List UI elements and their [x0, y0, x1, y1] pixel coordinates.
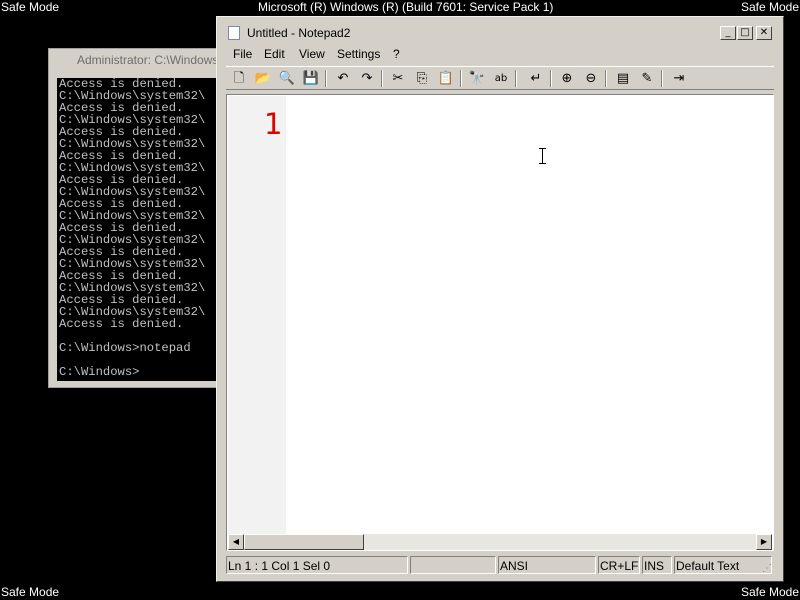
- menu-help[interactable]: ?: [393, 47, 400, 61]
- status-bar: Ln 1 : 1 Col 1 Sel 0 ANSI CR+LF INS Defa…: [226, 555, 774, 575]
- status-size: [410, 556, 496, 574]
- copy-icon[interactable]: ⎘: [413, 70, 431, 88]
- status-position: Ln 1 : 1 Col 1 Sel 0: [226, 556, 408, 574]
- status-line-endings[interactable]: CR+LF: [598, 556, 640, 574]
- text-cursor-icon: [539, 148, 547, 164]
- save-icon[interactable]: 💾: [302, 70, 320, 88]
- maximize-button[interactable]: □: [737, 26, 753, 40]
- menu-settings[interactable]: Settings: [337, 47, 380, 61]
- scheme-icon[interactable]: ▤: [614, 70, 632, 88]
- zoom-in-icon[interactable]: ⊕: [558, 70, 576, 88]
- resize-grip-icon[interactable]: ⋰: [762, 563, 774, 575]
- safe-mode-label-top-right: Safe Mode: [740, 0, 799, 14]
- toolbar-separator: [550, 70, 552, 87]
- notepad2-window[interactable]: Untitled - Notepad2 _ □ ✕ File Edit View…: [216, 16, 784, 582]
- menu-file[interactable]: File: [233, 47, 252, 61]
- safe-mode-label-bottom-right: Safe Mode: [740, 585, 799, 599]
- scrollbar-thumb[interactable]: [244, 534, 364, 550]
- find-icon[interactable]: 🔭: [468, 70, 486, 88]
- console-line: Access is denied.: [59, 317, 184, 331]
- scroll-left-arrow-icon[interactable]: ◀: [228, 534, 244, 550]
- new-file-icon[interactable]: 🗋: [230, 70, 248, 88]
- minimize-button[interactable]: _: [720, 26, 736, 40]
- open-folder-icon[interactable]: 📂: [254, 70, 272, 88]
- safe-mode-label-bottom-left: Safe Mode: [1, 585, 60, 599]
- console-output[interactable]: Access is denied. C:\Windows\system32\ Acc…: [57, 78, 227, 381]
- redo-icon[interactable]: ↷: [358, 70, 376, 88]
- notepad-document-icon: [228, 26, 240, 40]
- toolbar: 🗋 📂 🔍 💾 ↶ ↷ ✂ ⎘ 📋 🔭 ab ↵ ⊕ ⊖ ▤ ✎ ⇥: [226, 66, 774, 90]
- notepad2-title-bar[interactable]: Untitled - Notepad2 _ □ ✕: [226, 25, 774, 43]
- console-line: C:\Windows>notepad: [59, 341, 191, 355]
- horizontal-scrollbar[interactable]: ◀ ▶: [228, 534, 772, 550]
- menu-view[interactable]: View: [299, 47, 325, 61]
- toolbar-separator: [381, 70, 383, 87]
- console-title[interactable]: Administrator: C:\Windows: [49, 49, 227, 71]
- window-title: Untitled - Notepad2: [247, 26, 351, 40]
- cut-icon[interactable]: ✂: [389, 70, 407, 88]
- console-line: C:\Windows>: [59, 365, 140, 379]
- toolbar-separator: [605, 70, 607, 87]
- console-window[interactable]: Administrator: C:\Windows Access is deni…: [48, 48, 228, 388]
- exit-icon[interactable]: ⇥: [670, 70, 688, 88]
- zoom-out-icon[interactable]: ⊖: [582, 70, 600, 88]
- status-insert-mode[interactable]: INS: [642, 556, 672, 574]
- status-encoding[interactable]: ANSI: [498, 556, 596, 574]
- undo-icon[interactable]: ↶: [334, 70, 352, 88]
- paste-icon[interactable]: 📋: [437, 70, 455, 88]
- word-wrap-icon[interactable]: ↵: [527, 70, 545, 88]
- toolbar-separator: [515, 70, 517, 87]
- scroll-right-arrow-icon[interactable]: ▶: [756, 534, 772, 550]
- browse-icon[interactable]: 🔍: [278, 70, 296, 88]
- line-number: 1: [264, 107, 283, 141]
- toolbar-separator: [325, 70, 327, 87]
- replace-icon[interactable]: ab: [492, 70, 510, 88]
- status-scheme[interactable]: Default Text: [674, 556, 772, 574]
- toolbar-separator: [661, 70, 663, 87]
- close-button[interactable]: ✕: [756, 26, 772, 40]
- customize-scheme-icon[interactable]: ✎: [638, 70, 656, 88]
- text-editor[interactable]: 1 ◀ ▶: [226, 94, 774, 551]
- line-number-margin: 1: [228, 96, 286, 534]
- os-version-banner: Microsoft (R) Windows (R) (Build 7601: S…: [258, 0, 554, 14]
- toolbar-separator: [460, 70, 462, 87]
- menu-edit[interactable]: Edit: [264, 47, 285, 61]
- safe-mode-label-top-left: Safe Mode: [1, 0, 60, 14]
